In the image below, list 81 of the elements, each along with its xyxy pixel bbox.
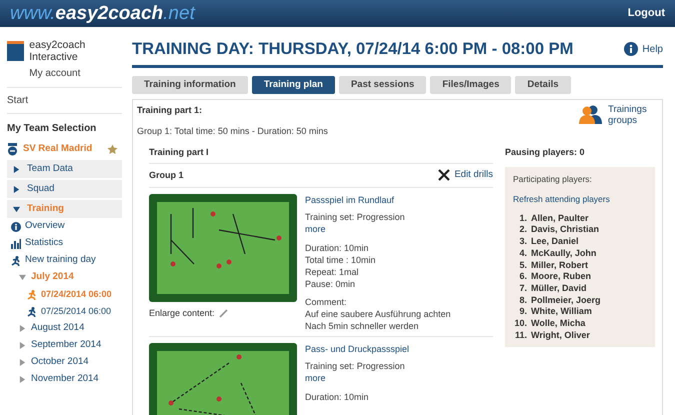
account-logo: [7, 41, 24, 61]
runner-icon: [27, 306, 37, 316]
tab[interactable]: Training information: [132, 76, 248, 94]
part-subheading: Training part I: [149, 142, 493, 164]
pausing-players: Pausing players: 0: [505, 146, 586, 159]
training-date-item[interactable]: 07/25/2014 06:00: [7, 303, 122, 320]
player-number: 2.: [518, 224, 527, 236]
overview-link[interactable]: Overview: [25, 219, 65, 234]
edit-drills-link[interactable]: Edit drills: [454, 168, 493, 182]
statistics-link[interactable]: Statistics: [25, 236, 64, 251]
tab[interactable]: Details: [515, 76, 571, 94]
new-training-day-link[interactable]: New training day: [25, 253, 96, 268]
player-name: Allen, Paulter: [531, 212, 589, 224]
drill-title-link[interactable]: Pass- und Druckpassspiel: [305, 342, 410, 354]
account-name: easy2coach Interactive: [29, 39, 86, 63]
star-icon[interactable]: [107, 144, 118, 154]
player-name: Pollmeier, Joerg: [531, 294, 601, 306]
drill-detail: Duration: 10min: [305, 390, 370, 402]
month-item[interactable]: November 2014: [7, 371, 122, 388]
player-number: 3.: [518, 236, 527, 248]
drill-detail: Repeat: 1mal: [305, 266, 360, 278]
player-name: Moore, Ruben: [531, 271, 591, 283]
player-name: Wright, Oliver: [531, 330, 590, 342]
start-link[interactable]: Start: [7, 88, 122, 114]
logout-link[interactable]: Logout: [628, 5, 665, 22]
my-account-link[interactable]: My account: [29, 66, 122, 81]
drill-detail: Pause: 0min: [305, 278, 356, 290]
enlarge-label: Enlarge content:: [149, 306, 215, 320]
comment-text: Auf eine saubere Ausführung achten: [305, 308, 451, 320]
drill-detail: Duration: 10min: [305, 242, 370, 254]
player-name: Wolle, Micha: [531, 318, 586, 330]
player-number: 7.: [518, 282, 527, 295]
player-number: 9.: [518, 306, 527, 318]
help-link[interactable]: Help: [642, 42, 663, 57]
sidebar-section[interactable]: Team Data: [7, 160, 122, 178]
comment-label: Comment:: [305, 296, 348, 308]
player-number: 8.: [518, 294, 527, 306]
player-name: McKaully, John: [531, 248, 596, 260]
bar-chart-icon: [11, 238, 21, 248]
player-number: 5.: [518, 260, 527, 272]
sidebar-section[interactable]: Squad: [7, 180, 122, 198]
player-number: 1.: [518, 212, 527, 224]
runner-icon: [27, 290, 37, 300]
team-badge-icon: [7, 142, 18, 156]
player-number: 4.: [518, 248, 527, 260]
training-set: Training set: Progression: [305, 210, 406, 222]
part-heading: Training part 1:: [137, 104, 204, 117]
training-groups-link[interactable]: Trainings groups: [608, 104, 648, 126]
player-name: Müller, David: [531, 282, 587, 295]
player-name: Miller, Robert: [531, 260, 588, 272]
player-number: 10.: [513, 318, 527, 330]
more-link[interactable]: more: [305, 372, 410, 384]
part-summary: Group 1: Total time: 50 mins - Duration: 50 mins: [137, 125, 328, 138]
player-name: Davis, Christian: [531, 224, 600, 236]
group-title: Group 1: [149, 168, 184, 182]
refresh-players-link[interactable]: Refresh attending players: [513, 193, 647, 206]
info-icon: [11, 222, 21, 232]
player-number: 6.: [518, 271, 527, 283]
tab[interactable]: Files/Images: [430, 76, 512, 94]
player-name: Lee, Daniel: [531, 236, 579, 248]
tab[interactable]: Training plan: [252, 76, 335, 94]
people-icon[interactable]: [578, 104, 604, 124]
drill-detail: Total time : 10min: [305, 254, 377, 266]
comment-text: Nach 5min schneller werden: [305, 320, 420, 332]
month-item[interactable]: August 2014: [7, 320, 122, 337]
page-title: TRAINING DAY: THURSDAY, 07/24/14 6:00 PM - 08:00 PM: [132, 39, 574, 60]
player-number: 11.: [514, 330, 527, 342]
section-title: My Team Selection: [7, 122, 98, 136]
drill-title-link[interactable]: Passspiel im Rundlauf: [305, 194, 451, 206]
month-item[interactable]: October 2014: [7, 354, 122, 371]
player-name: White, William: [531, 306, 592, 318]
participating-label: Participating players:: [513, 173, 593, 186]
site-logo[interactable]: www.easy2coach.net: [10, 4, 195, 23]
tab[interactable]: Past sessions: [338, 76, 426, 94]
more-link[interactable]: more: [305, 222, 451, 234]
drill-diagram-drawing[interactable]: [149, 194, 297, 302]
info-icon[interactable]: [624, 42, 638, 56]
pencil-icon[interactable]: [218, 308, 228, 318]
runner-icon: [11, 256, 21, 266]
month-item[interactable]: September 2014: [7, 337, 122, 354]
training-set: Training set: Progression: [305, 360, 406, 372]
